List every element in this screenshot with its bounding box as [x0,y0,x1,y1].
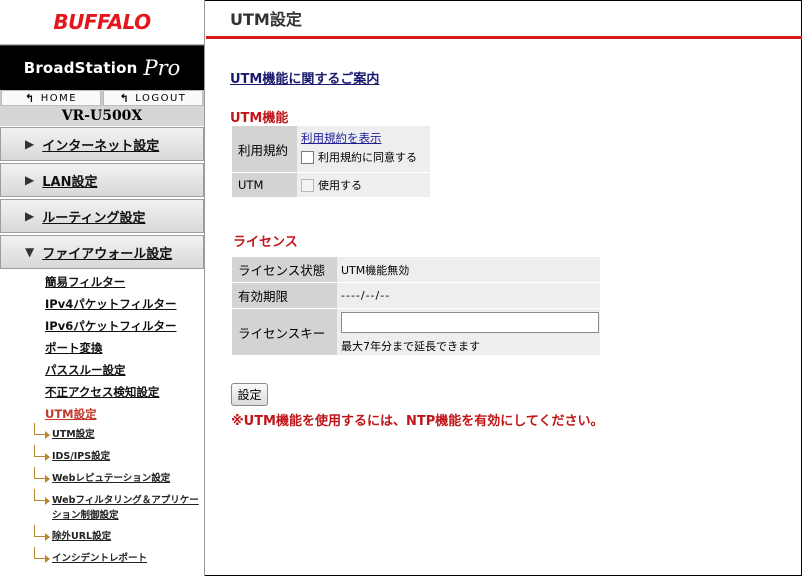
license-section-title: ライセンス [233,235,298,250]
subsub-ids-ips[interactable]: IDS/IPS設定 [32,445,204,469]
branch-arrow-icon [32,489,52,505]
subsub-label: Webフィルタリング＆アプリケーション制御設定 [52,495,199,521]
menu-item-label: ファイアウォール設定 [42,246,173,262]
agree-terms-label: 利用規約に同意する [318,151,417,164]
branch-arrow-icon [32,467,52,483]
subsub-label: Webレピュテーション設定 [52,473,171,484]
subsub-label: IDS/IPS設定 [52,451,111,462]
product-name: BroadStation [23,59,138,77]
branch-arrow-icon [32,525,52,541]
license-key-cell: 最大7年分まで延長できます [337,309,600,356]
logout-button[interactable]: ↰ LOGOUT [103,90,203,106]
terms-label: 利用規約 [232,126,297,173]
subsub-incident-report[interactable]: インシデントレポート [32,547,204,571]
branch-arrow-icon [32,423,52,439]
product-suffix: Pro [143,56,181,80]
sidebar: BUFFALO BroadStation Pro ↰ HOME ↰ LOGOUT… [0,0,205,576]
return-arrow-icon: ↰ [24,91,36,105]
agree-terms-checkbox[interactable] [301,150,314,164]
triangle-right-icon: ▶ [25,137,35,151]
branch-arrow-icon [32,445,52,461]
submenu-ipv6-filter[interactable]: IPv6パケットフィルター [45,315,204,337]
logo-area: BUFFALO [0,0,204,45]
subsub-label: インシデントレポート [52,553,148,564]
subsub-exclude-url[interactable]: 除外URL設定 [32,525,204,549]
home-button[interactable]: ↰ HOME [1,90,101,106]
subsub-label: UTM設定 [52,429,95,440]
utm-submenu: UTM設定 IDS/IPS設定 Webレピュテーション設定 Webフィルタリング… [0,423,204,571]
home-label: HOME [40,92,78,104]
menu-item-label: インターネット設定 [42,138,160,154]
page-header: UTM設定 [206,0,802,39]
firewall-submenu: 簡易フィルター IPv4パケットフィルター IPv6パケットフィルター ポート変… [0,271,204,425]
subsub-utm-settings[interactable]: UTM設定 [32,423,204,447]
model-name: VR-U500X [0,106,204,126]
menu-item-firewall[interactable]: ▼ ファイアウォール設定 [0,235,204,269]
subsub-web-reputation[interactable]: Webレピュテーション設定 [32,467,204,491]
page-title: UTM設定 [230,10,302,29]
submenu-simple-filter[interactable]: 簡易フィルター [45,271,204,293]
product-banner: BroadStation Pro [0,45,204,90]
menu-item-label: ルーティング設定 [42,210,146,226]
license-table: ライセンス状態 UTM機能無効 有効期限 ----/--/-- ライセンスキー … [232,257,600,356]
license-key-label: ライセンスキー [232,309,337,356]
utm-value-cell: 使用する [297,173,430,198]
main-content: UTM設定 UTM機能に関するご案内 UTM機能 利用規約 利用規約を表示 利用… [206,0,802,576]
submenu-ipv4-filter[interactable]: IPv4パケットフィルター [45,293,204,315]
expiry-label: 有効期限 [232,283,337,309]
view-terms-link[interactable]: 利用規約を表示 [301,131,382,145]
menu-item-lan[interactable]: ▶ LAN設定 [0,163,204,197]
utm-settings-table: 利用規約 利用規約を表示 利用規約に同意する UTM 使用する [232,126,430,198]
utm-info-link[interactable]: UTM機能に関するご案内 [230,68,379,87]
buffalo-logo: BUFFALO [53,10,151,34]
license-status-value: UTM機能無効 [337,257,600,283]
triangle-right-icon: ▶ [25,173,35,187]
license-status-label: ライセンス状態 [232,257,337,283]
branch-arrow-icon [32,547,52,563]
ntp-notice: ※UTM機能を使用するには、NTP機能を有効にしてください。 [231,414,604,429]
main-menu: ▶ インターネット設定 ▶ LAN設定 ▶ ルーティング設定 ▼ ファイアウォー… [0,127,204,269]
license-key-note: 最大7年分まで延長できます [341,340,480,353]
menu-item-label: LAN設定 [42,174,98,190]
terms-value-cell: 利用規約を表示 利用規約に同意する [297,126,430,173]
utm-label: UTM [232,173,297,198]
logout-label: LOGOUT [135,92,187,104]
nav-buttons: ↰ HOME ↰ LOGOUT [0,90,204,106]
menu-item-routing[interactable]: ▶ ルーティング設定 [0,199,204,233]
save-button[interactable]: 設定 [231,383,268,406]
triangle-down-icon: ▼ [25,245,35,259]
use-utm-label: 使用する [318,179,362,192]
return-arrow-icon: ↰ [119,91,131,105]
triangle-right-icon: ▶ [25,209,35,223]
expiry-value: ----/--/-- [337,283,600,309]
use-utm-checkbox[interactable] [301,178,314,192]
subsub-label: 除外URL設定 [52,531,112,542]
subsub-web-filtering[interactable]: Webフィルタリング＆アプリケーション制御設定 [32,489,204,527]
submenu-intrusion-detect[interactable]: 不正アクセス検知設定 [45,381,204,403]
submenu-utm[interactable]: UTM設定 [45,403,204,425]
submenu-port-forward[interactable]: ポート変換 [45,337,204,359]
menu-item-internet[interactable]: ▶ インターネット設定 [0,127,204,161]
utm-section-title: UTM機能 [230,111,289,126]
submenu-passthrough[interactable]: パススルー設定 [45,359,204,381]
license-key-input[interactable] [341,312,599,333]
